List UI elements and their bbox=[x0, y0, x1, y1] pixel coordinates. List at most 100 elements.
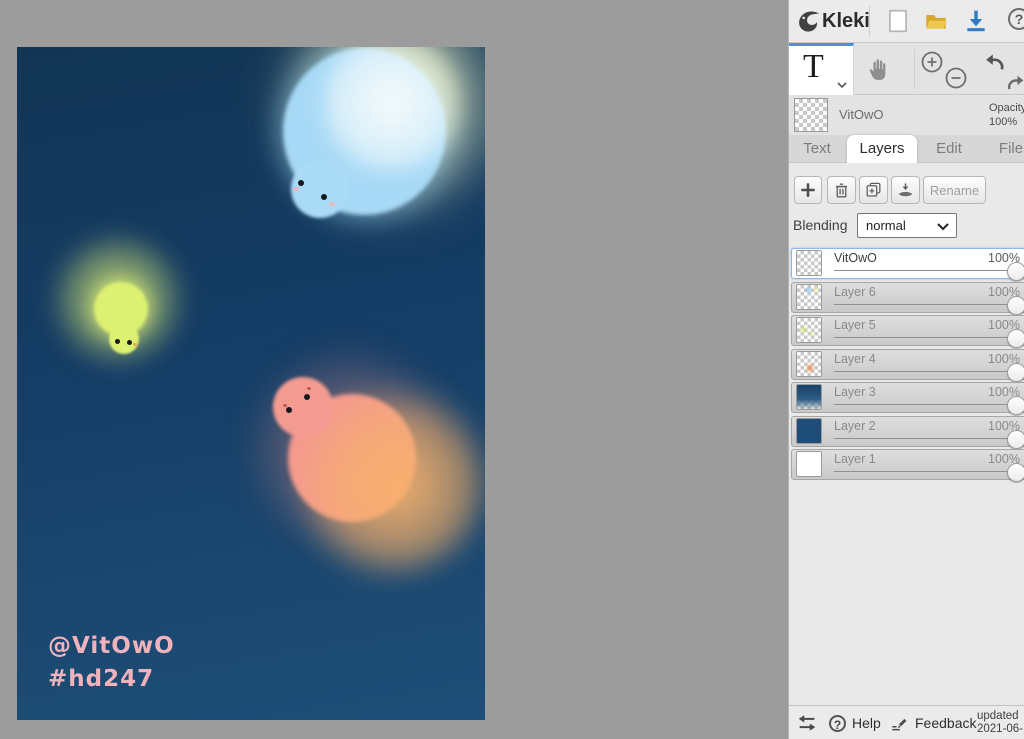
layer-row-6[interactable]: Layer 6 100% bbox=[791, 282, 1024, 315]
layer-name: Layer 6 bbox=[834, 285, 876, 299]
opacity-slider[interactable] bbox=[834, 404, 1010, 405]
drawing-canvas[interactable]: @VitOwO #hd247 bbox=[17, 47, 485, 720]
opacity-readout: Opacity 100% bbox=[989, 101, 1024, 129]
divider bbox=[914, 49, 915, 89]
layer-row-1[interactable]: Layer 1 100% bbox=[791, 449, 1024, 482]
blending-select[interactable]: normal bbox=[857, 213, 957, 238]
signature-handle: @VitOwO bbox=[48, 633, 175, 659]
current-layer-thumbnail[interactable] bbox=[794, 98, 828, 132]
tab-edit[interactable]: Edit bbox=[926, 135, 972, 163]
hand-tool-button[interactable] bbox=[867, 54, 895, 84]
green-creature-head bbox=[109, 324, 139, 354]
layer-name: Layer 2 bbox=[834, 419, 876, 433]
bottom-bar: ? Help Feedback updated 2021-06-1 bbox=[789, 705, 1024, 739]
chevron-down-icon bbox=[937, 223, 949, 231]
text-tool-glyph: T bbox=[803, 48, 824, 85]
layers-panel: Rename Blending normal VitOwO 100% Layer… bbox=[789, 163, 1024, 705]
opacity-slider-handle[interactable] bbox=[1007, 430, 1024, 449]
layer-row-3[interactable]: Layer 3 100% bbox=[791, 382, 1024, 415]
layer-row-2[interactable]: Layer 2 100% bbox=[791, 416, 1024, 449]
duplicate-layer-button[interactable] bbox=[859, 176, 888, 204]
opacity-slider-handle[interactable] bbox=[1007, 363, 1024, 382]
tab-file[interactable]: File bbox=[990, 135, 1024, 163]
blue-creature-cheek bbox=[293, 187, 299, 191]
app-title: Kleki bbox=[822, 10, 870, 32]
text-tool-button[interactable]: T bbox=[789, 43, 854, 95]
layer-name: Layer 5 bbox=[834, 318, 876, 332]
layer-thumbnail bbox=[796, 384, 822, 410]
blue-creature-eye bbox=[298, 180, 304, 186]
layer-row-5[interactable]: Layer 5 100% bbox=[791, 315, 1024, 348]
download-icon[interactable] bbox=[963, 8, 989, 34]
opacity-slider-handle[interactable] bbox=[1007, 463, 1024, 482]
layer-name: VitOwO bbox=[834, 251, 877, 265]
opacity-slider-handle[interactable] bbox=[1007, 396, 1024, 415]
top-bar: Kleki ? bbox=[789, 0, 1024, 43]
blue-creature-cheek bbox=[329, 202, 335, 206]
green-creature-eye bbox=[127, 340, 132, 345]
opacity-slider[interactable] bbox=[834, 371, 1010, 372]
redo-button[interactable] bbox=[1004, 70, 1024, 94]
updated-date: 2021-06-1 bbox=[977, 723, 1024, 735]
blue-creature-eye bbox=[321, 194, 327, 200]
layer-thumbnail bbox=[796, 284, 822, 310]
plus-icon bbox=[801, 183, 815, 197]
merge-down-button[interactable] bbox=[891, 176, 920, 204]
pink-creature-head bbox=[273, 377, 333, 437]
help-label: Help bbox=[852, 715, 881, 731]
feedback-button[interactable]: Feedback bbox=[889, 706, 976, 739]
help-button[interactable]: ? Help bbox=[829, 706, 881, 739]
artist-signature: @VitOwO #hd247 bbox=[48, 630, 175, 696]
side-panel: Kleki ? T VitOwO Opacity 100% Text Layer… bbox=[788, 0, 1024, 739]
opacity-slider[interactable] bbox=[834, 270, 1010, 271]
duplicate-icon bbox=[866, 182, 881, 197]
green-creature-cheek bbox=[133, 343, 137, 346]
question-mark-icon: ? bbox=[829, 714, 846, 732]
layer-row-4[interactable]: Layer 4 100% bbox=[791, 349, 1024, 382]
delete-layer-button[interactable] bbox=[827, 176, 856, 204]
layer-thumbnail bbox=[796, 317, 822, 343]
kleki-logo-icon bbox=[799, 11, 820, 32]
updated-stamp: updated 2021-06-1 bbox=[977, 710, 1024, 736]
zoom-out-button[interactable] bbox=[944, 66, 968, 90]
tool-row: T bbox=[789, 43, 1024, 95]
chevron-down-icon bbox=[837, 82, 847, 89]
layer-name: Layer 4 bbox=[834, 352, 876, 366]
current-layer-strip: VitOwO Opacity 100% bbox=[789, 95, 1024, 135]
opacity-slider-handle[interactable] bbox=[1007, 262, 1024, 281]
blending-label: Blending bbox=[793, 217, 848, 233]
signature-tag: #hd247 bbox=[48, 666, 155, 692]
opacity-slider[interactable] bbox=[834, 471, 1010, 472]
opacity-slider[interactable] bbox=[834, 337, 1010, 338]
help-icon[interactable]: ? bbox=[1008, 8, 1024, 30]
new-file-icon[interactable] bbox=[885, 8, 911, 34]
pencil-feedback-icon bbox=[892, 718, 907, 731]
green-creature-eye bbox=[115, 339, 120, 344]
pink-creature-eye bbox=[286, 407, 292, 413]
trash-icon bbox=[835, 182, 848, 198]
layer-thumbnail bbox=[796, 351, 822, 377]
layer-thumbnail bbox=[796, 418, 822, 444]
current-layer-name: VitOwO bbox=[839, 107, 884, 122]
opacity-slider-handle[interactable] bbox=[1007, 329, 1024, 348]
layer-row-vitowo[interactable]: VitOwO 100% bbox=[791, 248, 1024, 281]
layer-name: Layer 3 bbox=[834, 385, 876, 399]
tab-text[interactable]: Text bbox=[793, 135, 841, 163]
add-layer-button[interactable] bbox=[794, 176, 822, 204]
tab-layers[interactable]: Layers bbox=[847, 135, 917, 163]
rename-button[interactable]: Rename bbox=[923, 176, 986, 204]
feedback-label: Feedback bbox=[915, 715, 977, 731]
merge-icon bbox=[898, 182, 913, 196]
opacity-slider[interactable] bbox=[834, 304, 1010, 305]
opacity-slider-handle[interactable] bbox=[1007, 296, 1024, 315]
pink-creature-eye bbox=[304, 394, 310, 400]
swap-arrows-icon bbox=[798, 715, 816, 731]
zoom-in-button[interactable] bbox=[920, 50, 944, 74]
blue-creature-head bbox=[291, 160, 349, 218]
swap-tool-button[interactable] bbox=[795, 706, 819, 739]
pink-creature-cheek bbox=[307, 387, 311, 390]
layer-thumbnail bbox=[796, 250, 822, 276]
open-folder-icon[interactable] bbox=[923, 8, 949, 34]
opacity-slider[interactable] bbox=[834, 438, 1010, 439]
layer-name: Layer 1 bbox=[834, 452, 876, 466]
